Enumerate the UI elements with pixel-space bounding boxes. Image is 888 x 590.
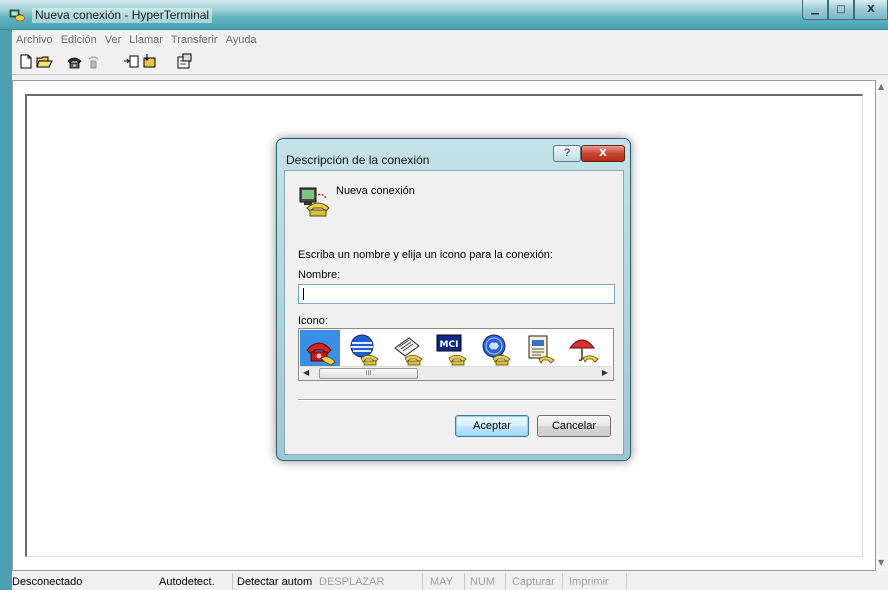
status-print: Imprimir	[569, 576, 609, 588]
cancel-button[interactable]: Cancelar	[537, 415, 611, 437]
status-scroll: DESPLAZAR	[319, 576, 385, 588]
status-bar: Desconectado Autodetect. Detectar autom …	[12, 573, 888, 590]
status-autodetect: Autodetect.	[159, 576, 215, 588]
svg-text:MCI: MCI	[440, 340, 459, 350]
status-separator	[232, 573, 233, 590]
scroll-up-icon[interactable]: ▲	[878, 82, 884, 91]
disconnect-icon[interactable]	[85, 53, 102, 70]
icon-picker[interactable]: MCI ◀ III ▶	[298, 328, 614, 381]
menu-ver[interactable]: Ver	[101, 34, 126, 46]
icon-scrollbar[interactable]: ◀ III ▶	[300, 366, 612, 380]
connection-description-dialog: Descripción de la conexión ? X Nueva con…	[276, 138, 631, 461]
status-separator	[626, 573, 627, 590]
status-detect: Detectar autom	[237, 576, 313, 588]
scrollbar-thumb[interactable]: III	[319, 368, 418, 379]
red-phone-icon[interactable]	[300, 330, 340, 367]
connection-icon	[299, 187, 330, 217]
scroll-down-icon[interactable]: ▼	[878, 558, 884, 567]
status-num: NUM	[470, 576, 496, 588]
status-connection: Desconectado	[12, 576, 83, 588]
status-separator	[562, 573, 563, 590]
properties-icon[interactable]	[176, 53, 193, 70]
umbrella-phone-icon[interactable]	[564, 330, 604, 367]
scroll-right-icon[interactable]: ▶	[602, 368, 608, 377]
fax-phone-icon[interactable]	[388, 330, 428, 367]
vertical-scrollbar[interactable]: ▲ ▼	[876, 80, 888, 571]
status-caps: MAY	[430, 576, 454, 588]
ge-phone-icon[interactable]	[476, 330, 516, 367]
instruction-text: Escriba un nombre y elija un icono para …	[298, 249, 553, 261]
minimize-button[interactable]: ▁	[802, 0, 828, 20]
help-button[interactable]: ?	[553, 145, 581, 162]
close-window-button[interactable]: X	[854, 0, 888, 20]
notepad-phone-icon[interactable]	[520, 330, 560, 367]
connection-name-text: Nueva conexión	[336, 185, 415, 197]
new-file-icon[interactable]	[18, 53, 35, 70]
receive-icon[interactable]	[142, 53, 159, 70]
dialog-title: Descripción de la conexión	[286, 153, 430, 167]
ok-button[interactable]: Aceptar	[455, 415, 529, 437]
title-bar[interactable]: Nueva conexión - HyperTerminal ▁ □ X	[0, 0, 888, 30]
scroll-left-icon[interactable]: ◀	[303, 368, 309, 377]
dialog-body: Nueva conexión Escriba un nombre y elija…	[284, 170, 624, 455]
maximize-button[interactable]: □	[828, 0, 854, 20]
dialog-close-button[interactable]: X	[581, 145, 625, 162]
status-separator	[464, 573, 465, 590]
dialog-divider	[298, 399, 616, 401]
mci-phone-icon[interactable]: MCI	[432, 330, 472, 367]
name-input[interactable]	[298, 284, 615, 304]
window-controls: ▁ □ X	[802, 0, 888, 20]
status-separator	[505, 573, 506, 590]
send-icon[interactable]	[123, 53, 140, 70]
window-title: Nueva conexión - HyperTerminal	[32, 8, 213, 23]
menu-archivo[interactable]: Archivo	[12, 34, 57, 46]
status-separator	[422, 573, 423, 590]
toolbar	[12, 49, 888, 75]
menu-ayuda[interactable]: Ayuda	[222, 34, 261, 46]
hyperterminal-app-icon	[9, 9, 25, 22]
call-phone-icon[interactable]	[66, 53, 83, 70]
icon-label: Icono:	[298, 315, 328, 327]
menu-llamar[interactable]: Llamar	[125, 34, 167, 46]
text-caret	[303, 288, 304, 300]
open-folder-icon[interactable]	[36, 53, 53, 70]
name-label: Nombre:	[298, 269, 341, 281]
globe-phone-icon[interactable]	[344, 330, 384, 367]
status-capture: Capturar	[512, 576, 555, 588]
menu-transferir[interactable]: Transferir	[167, 34, 222, 46]
menu-edicion[interactable]: Edición	[57, 34, 101, 46]
window-left-border	[0, 30, 12, 590]
menu-bar: Archivo Edición Ver Llamar Transferir Ay…	[12, 31, 888, 49]
